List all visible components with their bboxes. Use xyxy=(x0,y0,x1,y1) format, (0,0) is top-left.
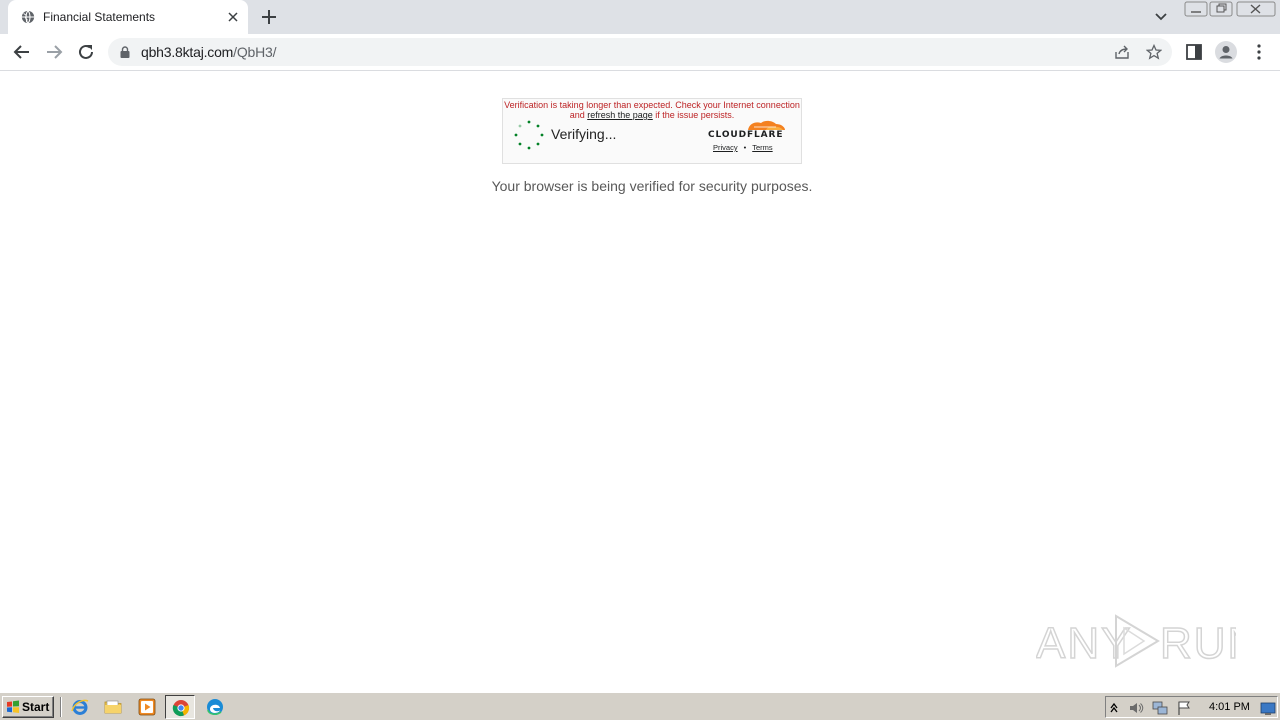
taskbar-separator xyxy=(60,697,62,717)
chrome-taskbar-button[interactable] xyxy=(165,695,195,719)
url-text[interactable]: qbh3.8ktaj.com/QbH3/ xyxy=(141,44,277,60)
internet-explorer-icon[interactable] xyxy=(71,698,89,716)
windows-logo-icon xyxy=(7,700,19,713)
chevron-down-icon[interactable] xyxy=(1152,9,1170,25)
cloudflare-logo-text: CLOUDFLARE xyxy=(708,130,784,140)
cloudflare-links: Privacy • Terms xyxy=(713,143,773,152)
tab-strip: Financial Statements xyxy=(0,0,1280,34)
tab-title: Financial Statements xyxy=(43,10,156,24)
clock[interactable]: 4:01 PM xyxy=(1209,701,1250,713)
loading-spinner-icon xyxy=(514,120,544,150)
tab-financial-statements[interactable]: Financial Statements xyxy=(8,0,248,34)
close-tab-icon[interactable] xyxy=(225,9,241,25)
reload-icon[interactable] xyxy=(76,42,96,62)
chrome-icon xyxy=(172,700,190,717)
side-panel-icon[interactable] xyxy=(1184,42,1204,62)
watermark-left: ANY xyxy=(1036,619,1132,668)
terms-link[interactable]: Terms xyxy=(752,143,772,152)
forward-arrow-icon[interactable] xyxy=(44,42,64,62)
address-bar[interactable]: qbh3.8ktaj.com/QbH3/ xyxy=(108,38,1172,66)
bookmark-star-icon[interactable] xyxy=(1146,44,1162,60)
show-desktop-icon[interactable] xyxy=(1260,701,1276,717)
start-button[interactable]: Start xyxy=(2,696,54,718)
more-menu-icon[interactable] xyxy=(1249,42,1269,62)
new-tab-icon[interactable] xyxy=(259,7,279,27)
warning-text-end: if the issue persists. xyxy=(652,110,735,120)
close-window-icon[interactable] xyxy=(1236,1,1276,17)
show-hidden-icons-icon[interactable] xyxy=(1109,700,1119,716)
watermark-right: RUN xyxy=(1160,619,1236,668)
windows-taskbar: Start 4:01 PM xyxy=(0,692,1280,720)
restore-window-icon[interactable] xyxy=(1209,1,1233,17)
globe-icon xyxy=(21,10,35,24)
url-path: /QbH3/ xyxy=(233,44,277,60)
media-player-icon[interactable] xyxy=(138,698,156,716)
edge-icon[interactable] xyxy=(206,698,224,716)
start-label: Start xyxy=(22,700,50,714)
action-center-flag-icon[interactable] xyxy=(1176,700,1192,716)
page-content: Verification is taking longer than expec… xyxy=(0,72,1280,692)
verifying-status: Verifying... xyxy=(551,126,617,142)
refresh-page-link[interactable]: refresh the page xyxy=(587,110,653,120)
file-explorer-folder-icon[interactable] xyxy=(104,698,122,716)
volume-icon[interactable] xyxy=(1128,700,1144,716)
link-separator: • xyxy=(743,143,747,152)
minimize-window-icon[interactable] xyxy=(1184,1,1208,17)
lock-icon[interactable] xyxy=(120,46,130,58)
cloudflare-challenge-widget: Verification is taking longer than expec… xyxy=(502,98,802,164)
browser-toolbar: qbh3.8ktaj.com/QbH3/ xyxy=(0,34,1280,71)
back-arrow-icon[interactable] xyxy=(12,42,32,62)
share-icon[interactable] xyxy=(1114,44,1130,60)
url-host: qbh3.8ktaj.com xyxy=(141,44,234,60)
system-tray: 4:01 PM xyxy=(1105,696,1278,718)
profile-avatar-icon[interactable] xyxy=(1215,41,1237,63)
verification-message: Your browser is being verified for secur… xyxy=(491,178,813,194)
verification-warning: Verification is taking longer than expec… xyxy=(503,100,801,120)
privacy-link[interactable]: Privacy xyxy=(713,143,738,152)
anyrun-watermark: ANY RUN xyxy=(1036,614,1236,669)
network-icon[interactable] xyxy=(1152,700,1168,716)
